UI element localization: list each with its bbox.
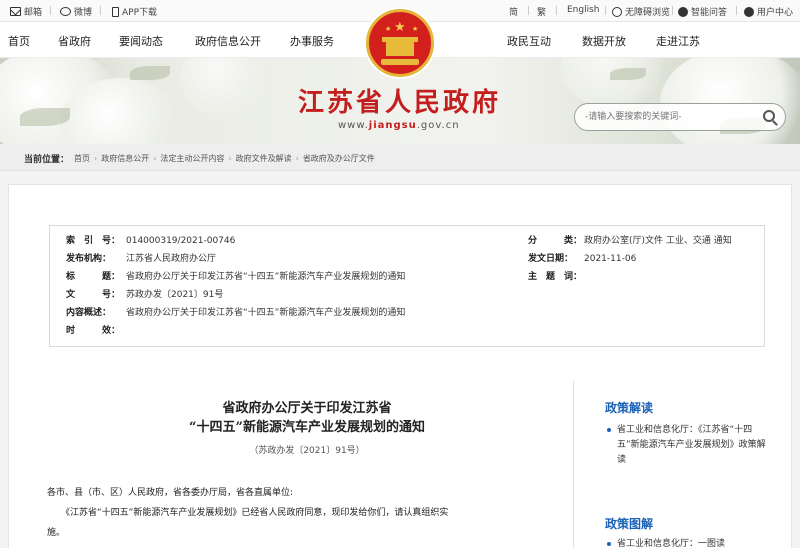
document-title-line-2: “十四五”新能源汽车产业发展规划的通知 xyxy=(189,420,425,435)
issue-date-value: 2021-11-06 xyxy=(584,254,637,264)
breadcrumb-label: 当前位置： xyxy=(24,155,70,165)
mail-label: 邮箱 xyxy=(24,8,43,18)
breadcrumb-item-home[interactable]: 首页 xyxy=(74,154,90,163)
breadcrumb: 当前位置： 首页 › 政府信息公开 › 法定主动公开内容 › 政府文件及解读 › 省政府及办公厅… xyxy=(0,144,800,171)
nav-item-information-disclosure[interactable]: 政府信息公开 xyxy=(195,33,261,49)
simplified-chinese-link[interactable]: 简 xyxy=(509,5,518,18)
document-salutation: 各市、县（市、区）人民政府，省各委办厅局，省各直属单位: xyxy=(47,488,294,498)
nav-item-provincial-government[interactable]: 省政府 xyxy=(58,33,91,49)
index-number-label: 索 引 号： xyxy=(66,236,121,246)
breadcrumb-item-government-documents[interactable]: 政府文件及解读 xyxy=(236,154,292,163)
bullet-icon xyxy=(607,428,611,432)
content-card: 索 引 号： 014000319/2021-00746 分 类： 政府办公室(厅)文… xyxy=(8,184,792,548)
summary-value: 省政府办公厅关于印发江苏省“十四五”新能源汽车产业发展规划的通知 xyxy=(126,308,406,318)
search-icon[interactable] xyxy=(763,110,775,122)
accessible-label: 无障碍浏览 xyxy=(625,8,671,18)
site-url-suffix: .gov.cn xyxy=(416,120,460,131)
document-metadata-table: 索 引 号： 014000319/2021-00746 分 类： 政府办公室(厅)文… xyxy=(49,225,765,347)
smart-qa-label: 智能问答 xyxy=(691,8,728,18)
subject-words-label: 主 题 词： xyxy=(528,272,583,282)
nav-item-open-data[interactable]: 数据开放 xyxy=(582,33,626,49)
site-url: www.jiangsu.gov.cn xyxy=(338,120,460,131)
smart-qa-link[interactable]: 智能问答 xyxy=(678,5,727,18)
simplified-label: 简 xyxy=(509,8,519,18)
weibo-link[interactable]: 微博 xyxy=(60,5,92,18)
summary-label: 内容概述： xyxy=(66,308,112,318)
document-title-line-1: 省政府办公厅关于印发江苏省 xyxy=(222,401,392,416)
chevron-right-icon: › xyxy=(94,154,98,163)
traditional-label: 繁 xyxy=(537,8,547,18)
issuer-value: 江苏省人民政府办公厅 xyxy=(126,254,217,264)
document-number-label: 文 号： xyxy=(66,290,121,300)
accessible-browse-link[interactable]: 无障碍浏览 xyxy=(612,5,670,18)
document-title: 省政府办公厅关于印发江苏省 “十四五”新能源汽车产业发展规划的通知 xyxy=(49,399,565,437)
nav-item-home[interactable]: 首页 xyxy=(8,33,30,49)
app-download-link[interactable]: APP下载 xyxy=(112,5,157,18)
mail-link[interactable]: 邮箱 xyxy=(10,5,42,18)
nav-item-interaction[interactable]: 政民互动 xyxy=(507,33,551,49)
user-center-label: 用户中心 xyxy=(757,8,794,18)
chevron-right-icon: › xyxy=(228,154,232,163)
site-title[interactable]: 江苏省人民政府 xyxy=(298,82,501,119)
weibo-label: 微博 xyxy=(74,8,93,18)
document-body-paragraph-end: 施。 xyxy=(47,528,66,538)
english-label: English xyxy=(567,5,600,15)
user-icon xyxy=(744,6,754,17)
english-link[interactable]: English xyxy=(567,5,600,15)
policy-interpretation-heading: 政策解读 xyxy=(605,401,654,415)
title-value: 省政府办公厅关于印发江苏省“十四五”新能源汽车产业发展规划的通知 xyxy=(126,272,406,282)
search-input[interactable] xyxy=(585,110,755,124)
traditional-chinese-link[interactable]: 繁 xyxy=(537,5,546,18)
breadcrumb-item-information-disclosure[interactable]: 政府信息公开 xyxy=(101,154,149,163)
weibo-icon xyxy=(60,7,71,16)
nav-item-news[interactable]: 要闻动态 xyxy=(119,33,163,49)
nav-item-services[interactable]: 办事服务 xyxy=(290,33,334,49)
breadcrumb-item-office-documents[interactable]: 省政府及办公厅文件 xyxy=(303,154,375,163)
bullet-icon xyxy=(607,542,611,546)
policy-interpretation-link[interactable]: 省工业和信息化厅：《江苏省“十四五”新能源汽车产业发展规划》政策解读 xyxy=(607,423,767,468)
breadcrumb-item-statutory-content[interactable]: 法定主动公开内容 xyxy=(160,154,224,163)
site-url-domain: jiangsu xyxy=(368,120,417,131)
policy-interpretation-link-text: 省工业和信息化厅：《江苏省“十四五”新能源汽车产业发展规划》政策解读 xyxy=(617,425,766,465)
assistant-icon xyxy=(678,6,688,17)
phone-icon xyxy=(112,6,119,17)
document-number: （苏政办发〔2021〕91号） xyxy=(249,446,365,456)
category-label: 分 类： xyxy=(528,236,583,246)
nav-item-about-jiangsu[interactable]: 走进江苏 xyxy=(656,33,700,49)
chevron-right-icon: › xyxy=(295,154,299,163)
accessibility-icon xyxy=(612,6,622,17)
issue-date-label: 发文日期： xyxy=(528,254,574,264)
user-center-link[interactable]: 用户中心 xyxy=(744,5,793,18)
validity-label: 时 效： xyxy=(66,326,121,336)
national-emblem-icon: ★ ★ ★ xyxy=(366,9,434,77)
mail-icon xyxy=(10,7,21,16)
app-download-label: APP下载 xyxy=(122,8,158,18)
index-number-value: 014000319/2021-00746 xyxy=(126,236,236,246)
chevron-right-icon: › xyxy=(153,154,157,163)
divider xyxy=(573,381,574,548)
policy-illustration-link[interactable]: 省工业和信息化厅：一图读 xyxy=(607,537,767,548)
document-number-value: 苏政办发〔2021〕91号 xyxy=(126,290,224,300)
site-url-prefix: www. xyxy=(338,120,369,131)
policy-illustration-link-text: 省工业和信息化厅：一图读 xyxy=(617,539,726,548)
category-value: 政府办公室(厅)文件 工业、交通 通知 xyxy=(584,236,732,246)
title-label: 标 题： xyxy=(66,272,121,282)
issuer-label: 发布机构： xyxy=(66,254,112,264)
policy-illustration-heading: 政策图解 xyxy=(605,517,654,531)
document-body-paragraph: 《江苏省“十四五”新能源汽车产业发展规划》已经省人民政府同意，现印发给你们，请认… xyxy=(61,508,449,518)
search-box xyxy=(574,103,786,131)
